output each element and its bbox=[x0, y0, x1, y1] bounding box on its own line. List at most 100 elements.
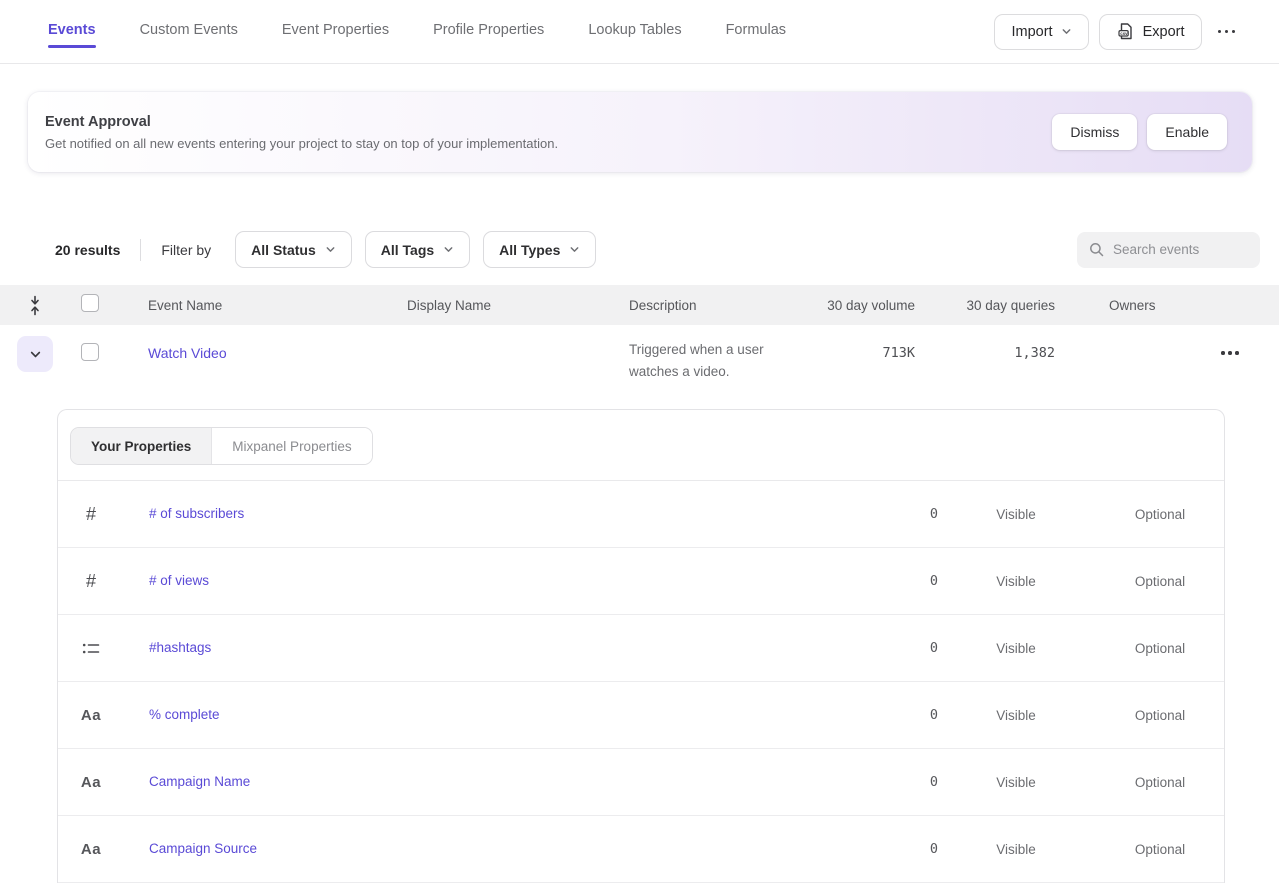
filter-by-label: Filter by bbox=[161, 242, 211, 258]
text-type-icon: Aa bbox=[58, 774, 124, 791]
header-owners: Owners bbox=[1061, 298, 1181, 313]
property-requirement: Optional bbox=[1094, 574, 1226, 589]
tab-events[interactable]: Events bbox=[48, 0, 96, 63]
property-row: Aa Campaign Source 0 Visible Optional bbox=[58, 816, 1224, 883]
header-event-name: Event Name bbox=[130, 298, 389, 313]
property-name-link[interactable]: # of views bbox=[149, 573, 209, 588]
top-navigation: Events Custom Events Event Properties Pr… bbox=[0, 0, 1279, 64]
property-requirement: Optional bbox=[1094, 641, 1226, 656]
list-type-icon bbox=[58, 641, 124, 656]
tab-custom-events[interactable]: Custom Events bbox=[140, 0, 238, 63]
property-row: # # of subscribers 0 Visible Optional bbox=[58, 481, 1224, 548]
property-name-link[interactable]: # of subscribers bbox=[149, 506, 244, 521]
tags-filter-dropdown[interactable]: All Tags bbox=[365, 231, 470, 268]
chevron-down-icon bbox=[443, 244, 454, 255]
divider bbox=[140, 239, 141, 261]
types-filter-dropdown[interactable]: All Types bbox=[483, 231, 596, 268]
header-display-name: Display Name bbox=[389, 298, 611, 313]
enable-button[interactable]: Enable bbox=[1147, 114, 1227, 150]
chevron-down-icon bbox=[29, 348, 42, 361]
status-filter-dropdown[interactable]: All Status bbox=[235, 231, 352, 268]
export-button-label: Export bbox=[1143, 24, 1185, 40]
header-description: Description bbox=[611, 298, 811, 313]
property-name-link[interactable]: % complete bbox=[149, 707, 220, 722]
row-actions-menu-icon[interactable] bbox=[1215, 345, 1245, 361]
event-name-link[interactable]: Watch Video bbox=[148, 325, 227, 361]
property-visibility: Visible bbox=[938, 641, 1094, 656]
events-table-header: Event Name Display Name Description 30 d… bbox=[0, 285, 1279, 325]
property-requirement: Optional bbox=[1094, 507, 1226, 522]
select-all-checkbox[interactable] bbox=[81, 294, 99, 312]
property-row: # # of views 0 Visible Optional bbox=[58, 548, 1224, 615]
import-button[interactable]: Import bbox=[994, 14, 1088, 50]
active-tab-underline bbox=[48, 45, 96, 48]
property-volume: 0 bbox=[858, 640, 938, 656]
property-name-link[interactable]: Campaign Name bbox=[149, 774, 250, 789]
property-visibility: Visible bbox=[938, 507, 1094, 522]
property-visibility: Visible bbox=[938, 775, 1094, 790]
property-row: Aa % complete 0 Visible Optional bbox=[58, 682, 1224, 749]
tab-formulas[interactable]: Formulas bbox=[726, 0, 786, 63]
property-requirement: Optional bbox=[1094, 842, 1226, 857]
property-volume: 0 bbox=[858, 573, 938, 589]
tab-event-properties-label: Event Properties bbox=[282, 22, 389, 38]
tab-profile-properties-label: Profile Properties bbox=[433, 22, 544, 38]
property-name-link[interactable]: Campaign Source bbox=[149, 841, 257, 856]
tab-events-label: Events bbox=[48, 22, 96, 38]
event-description: Triggered when a user watches a video. bbox=[611, 325, 811, 383]
collapse-all-icon[interactable] bbox=[0, 295, 70, 316]
property-requirement: Optional bbox=[1094, 708, 1226, 723]
dismiss-button[interactable]: Dismiss bbox=[1052, 114, 1137, 150]
event-queries: 1,382 bbox=[921, 325, 1061, 361]
property-row: Aa Campaign Name 0 Visible Optional bbox=[58, 749, 1224, 816]
event-row-watch-video: Watch Video Triggered when a user watche… bbox=[0, 325, 1279, 409]
property-volume: 0 bbox=[858, 841, 938, 857]
property-visibility: Visible bbox=[938, 708, 1094, 723]
event-volume: 713K bbox=[811, 325, 921, 361]
tab-your-properties[interactable]: Your Properties bbox=[71, 428, 211, 464]
header-queries: 30 day queries bbox=[921, 298, 1061, 313]
nav-tabs: Events Custom Events Event Properties Pr… bbox=[48, 0, 786, 63]
results-count: 20 results bbox=[55, 242, 120, 258]
header-volume: 30 day volume bbox=[811, 298, 921, 313]
chevron-down-icon bbox=[569, 244, 580, 255]
property-requirement: Optional bbox=[1094, 775, 1226, 790]
properties-panel: Your Properties Mixpanel Properties # # … bbox=[57, 409, 1225, 883]
property-volume: 0 bbox=[858, 707, 938, 723]
chevron-down-icon bbox=[325, 244, 336, 255]
export-button[interactable]: csv Export bbox=[1099, 14, 1202, 50]
property-volume: 0 bbox=[858, 774, 938, 790]
number-type-icon: # bbox=[58, 571, 124, 592]
number-type-icon: # bbox=[58, 504, 124, 525]
search-icon bbox=[1089, 242, 1104, 257]
csv-file-icon: csv bbox=[1116, 22, 1135, 41]
collapse-row-button[interactable] bbox=[17, 336, 53, 372]
tab-mixpanel-properties[interactable]: Mixpanel Properties bbox=[211, 428, 371, 464]
search-input[interactable] bbox=[1113, 242, 1248, 257]
property-visibility: Visible bbox=[938, 574, 1094, 589]
property-row: #hashtags 0 Visible Optional bbox=[58, 615, 1224, 682]
event-approval-banner: Event Approval Get notified on all new e… bbox=[28, 92, 1252, 172]
tab-lookup-tables[interactable]: Lookup Tables bbox=[588, 0, 681, 63]
chevron-down-icon bbox=[1061, 26, 1072, 37]
tab-event-properties[interactable]: Event Properties bbox=[282, 0, 389, 63]
search-box bbox=[1077, 232, 1260, 268]
properties-tab-bar: Your Properties Mixpanel Properties bbox=[58, 410, 1224, 481]
tab-profile-properties[interactable]: Profile Properties bbox=[433, 0, 544, 63]
banner-title: Event Approval bbox=[45, 114, 558, 130]
import-button-label: Import bbox=[1011, 24, 1052, 40]
property-name-link[interactable]: #hashtags bbox=[149, 640, 211, 655]
types-filter-label: All Types bbox=[499, 242, 560, 258]
row-checkbox[interactable] bbox=[81, 343, 99, 361]
filter-toolbar: 20 results Filter by All Status All Tags… bbox=[55, 231, 1260, 268]
banner-description: Get notified on all new events entering … bbox=[45, 136, 558, 151]
status-filter-label: All Status bbox=[251, 242, 316, 258]
property-rows: # # of subscribers 0 Visible Optional # … bbox=[58, 481, 1224, 883]
property-visibility: Visible bbox=[938, 842, 1094, 857]
text-type-icon: Aa bbox=[58, 841, 124, 858]
text-type-icon: Aa bbox=[58, 707, 124, 724]
tags-filter-label: All Tags bbox=[381, 242, 434, 258]
tab-custom-events-label: Custom Events bbox=[140, 22, 238, 38]
overflow-menu-icon[interactable] bbox=[1212, 24, 1242, 40]
tab-lookup-tables-label: Lookup Tables bbox=[588, 22, 681, 38]
